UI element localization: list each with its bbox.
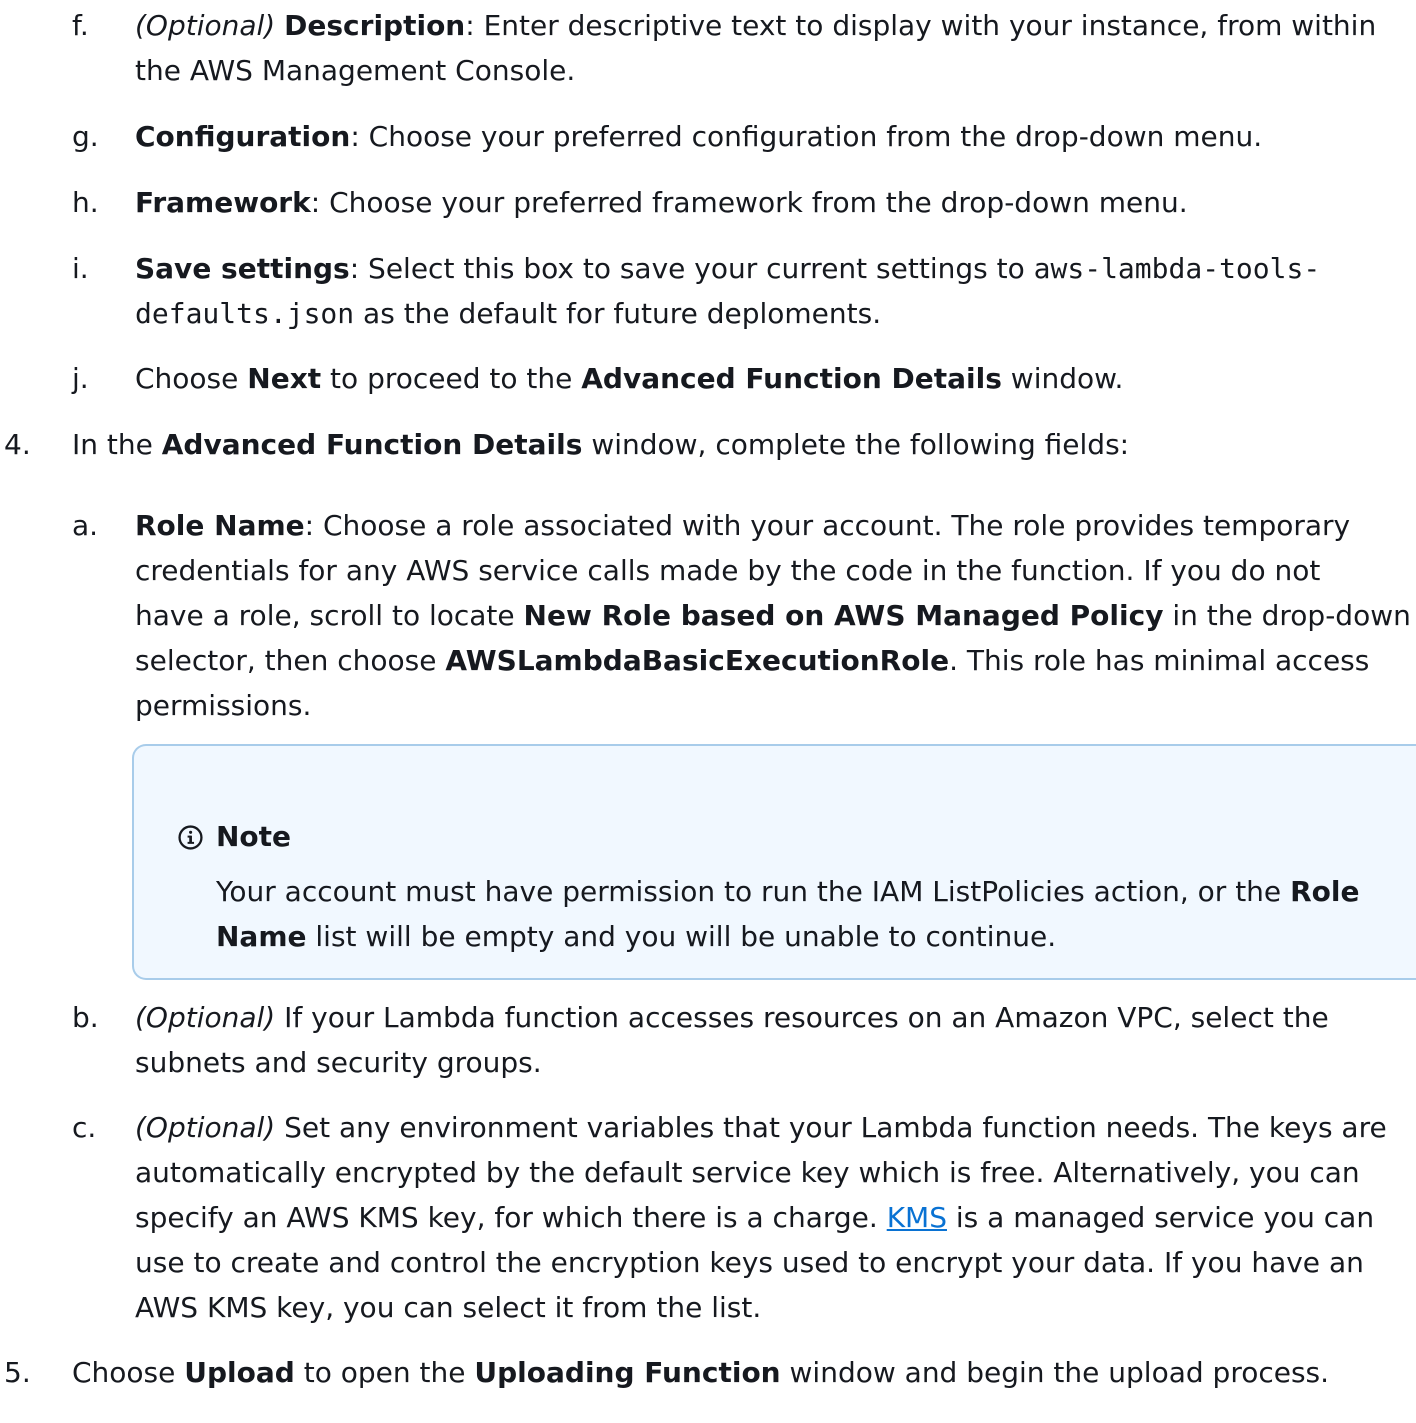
step-a-term: Role Name — [135, 509, 305, 542]
step-c-line3-a: specify an AWS KMS key, for which there … — [135, 1201, 887, 1234]
note-line2-b: list will be empty and you will be unabl… — [306, 920, 1057, 953]
step-a-line1: : Choose a role associated with your acc… — [304, 509, 1351, 542]
step-4-text-a: In the — [72, 428, 162, 461]
step-c-line2: automatically encrypted by the default s… — [135, 1156, 1360, 1189]
step-4: 4. In the Advanced Function Details wind… — [0, 422, 1416, 467]
step-f-line1: : Enter descriptive text to display with… — [465, 9, 1377, 42]
step-c-line3-b: is a managed service you can — [946, 1201, 1375, 1234]
step-4-text-b: window, complete the following fields: — [582, 428, 1130, 461]
step-a-line4-a: selector, then choose — [135, 644, 446, 677]
step-a-line2: credentials for any AWS service calls ma… — [135, 554, 1321, 587]
note-line2-term: Name — [216, 920, 307, 953]
step-i: i. Save settings: Select this box to sav… — [0, 246, 1416, 336]
step-a-line3-a: have a role, scroll to locate — [135, 599, 524, 632]
step-g-text: Configuration: Choose your preferred con… — [135, 114, 1262, 159]
step-b-line1: If your Lambda function accesses resourc… — [275, 1001, 1329, 1034]
step-5-term-window: Uploading Function — [474, 1356, 781, 1389]
step-i-desc: : Select this box to save your current s… — [349, 252, 1034, 285]
step-b: b. (Optional) If your Lambda function ac… — [0, 995, 1416, 1085]
step-j-text-b: to proceed to the — [321, 362, 582, 395]
step-a-line3-term: New Role based on AWS Managed Policy — [523, 599, 1164, 632]
step-b-optional: (Optional) — [135, 1001, 276, 1034]
step-4-marker: 4. — [4, 428, 31, 461]
step-f: f. (Optional) Description: Enter descrip… — [0, 3, 1416, 93]
step-i-filename-part1: aws-lambda-tools- — [1033, 252, 1321, 285]
step-5-marker: 5. — [4, 1356, 31, 1389]
step-5-text-b: to open the — [294, 1356, 475, 1389]
step-a-line3-b: in the drop-down — [1163, 599, 1411, 632]
step-4-term: Advanced Function Details — [161, 428, 583, 461]
step-a-line4-b: . This role has minimal access — [949, 644, 1370, 677]
info-circle-icon — [178, 825, 203, 850]
step-f-line2: the AWS Management Console. — [135, 54, 576, 87]
step-i-marker: i. — [72, 252, 89, 285]
step-j-text-c: window. — [1001, 362, 1124, 395]
step-j-marker: j. — [72, 362, 89, 395]
note-line1-a: Your account must have permission to run… — [216, 875, 1291, 908]
step-h: h. Framework: Choose your preferred fram… — [0, 180, 1416, 225]
step-c-line1: Set any environment variables that your … — [275, 1111, 1387, 1144]
step-g-desc: : Choose your preferred configuration fr… — [350, 120, 1263, 153]
step-i-text: Save settings: Select this box to save y… — [135, 246, 1320, 336]
step-g: g. Configuration: Choose your preferred … — [0, 114, 1416, 159]
step-c-line4: use to create and control the encryption… — [135, 1246, 1364, 1279]
step-c: c. (Optional) Set any environment variab… — [0, 1105, 1416, 1330]
step-5-text: Choose Upload to open the Uploading Func… — [72, 1350, 1329, 1395]
step-5-text-c: window and begin the upload process. — [780, 1356, 1330, 1389]
step-g-term: Configuration — [135, 120, 351, 153]
step-c-marker: c. — [72, 1111, 97, 1144]
step-j: j. Choose Next to proceed to the Advance… — [0, 356, 1416, 401]
step-5: 5. Choose Upload to open the Uploading F… — [0, 1350, 1416, 1395]
step-i-term: Save settings — [135, 252, 350, 285]
note-line1-term: Role — [1290, 875, 1360, 908]
step-b-line2: subnets and security groups. — [135, 1046, 542, 1079]
step-g-marker: g. — [72, 120, 99, 153]
step-f-marker: f. — [72, 9, 89, 42]
step-b-marker: b. — [72, 1001, 99, 1034]
step-j-term-next: Next — [247, 362, 322, 395]
step-h-term: Framework — [135, 186, 311, 219]
step-5-term-upload: Upload — [184, 1356, 295, 1389]
note-body: Your account must have permission to run… — [216, 869, 1359, 959]
step-j-term-window: Advanced Function Details — [581, 362, 1002, 395]
step-b-text: (Optional) If your Lambda function acces… — [135, 995, 1329, 1085]
step-h-desc: : Choose your preferred framework from t… — [310, 186, 1188, 219]
step-4-text: In the Advanced Function Details window,… — [72, 422, 1129, 467]
step-h-text: Framework: Choose your preferred framewo… — [135, 180, 1188, 225]
step-c-line5: AWS KMS key, you can select it from the … — [135, 1291, 762, 1324]
step-j-text: Choose Next to proceed to the Advanced F… — [135, 356, 1123, 401]
step-a-marker: a. — [72, 509, 99, 542]
kms-link[interactable]: KMS — [887, 1201, 947, 1234]
documentation-page: f. (Optional) Description: Enter descrip… — [0, 0, 1416, 1423]
step-a-text: Role Name: Choose a role associated with… — [135, 503, 1411, 728]
step-i-desc2: as the default for future deploments. — [354, 297, 882, 330]
step-c-optional: (Optional) — [135, 1111, 276, 1144]
step-5-text-a: Choose — [72, 1356, 185, 1389]
step-a-line5: permissions. — [135, 689, 312, 722]
note-title: Note — [216, 820, 292, 853]
note-callout: Note Your account must have permission t… — [132, 744, 1416, 980]
step-c-text: (Optional) Set any environment variables… — [135, 1105, 1387, 1330]
step-f-optional: (Optional) — [135, 9, 276, 42]
step-a-line4-term: AWSLambdaBasicExecutionRole — [445, 644, 950, 677]
step-j-text-a: Choose — [135, 362, 248, 395]
step-i-filename-part2: defaults.json — [135, 297, 355, 330]
step-f-term: Description — [284, 9, 466, 42]
step-f-text: (Optional) Description: Enter descriptiv… — [135, 3, 1376, 93]
step-h-marker: h. — [72, 186, 99, 219]
step-a: a. Role Name: Choose a role associated w… — [0, 503, 1416, 728]
